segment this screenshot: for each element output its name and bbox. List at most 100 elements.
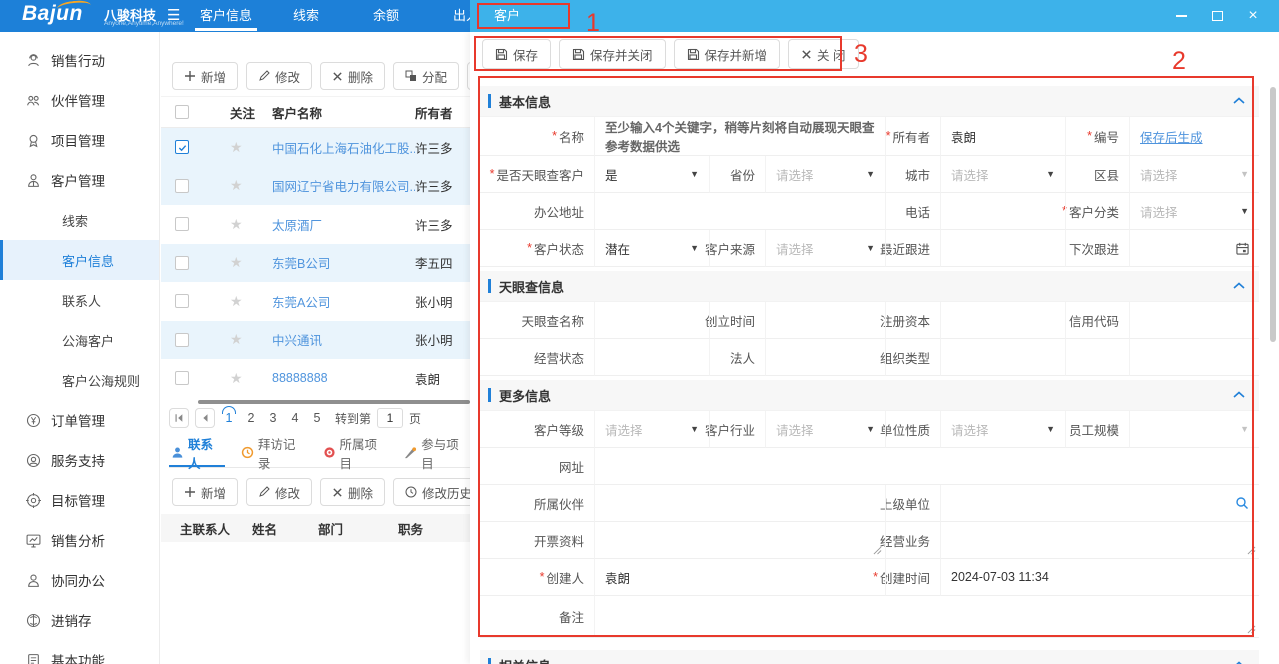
form-text-field[interactable]: 至少输入4个关键字，稍等片刻将自动展现天眼查参考数据供选: [595, 117, 886, 156]
sidebar-item[interactable]: 协同办公: [0, 560, 159, 600]
sidebar-subitem[interactable]: 客户公海规则: [0, 360, 159, 400]
form-text-field[interactable]: [941, 339, 1066, 376]
add-button[interactable]: 新增: [172, 62, 238, 90]
detail-tab[interactable]: 所属项目: [321, 438, 389, 467]
calendar-icon[interactable]: [1236, 242, 1249, 255]
form-text-field[interactable]: [766, 302, 886, 339]
form-select-field[interactable]: 请选择▼: [941, 156, 1066, 193]
form-text-field[interactable]: [941, 193, 1066, 230]
hamburger-menu-icon[interactable]: ☰: [167, 0, 180, 32]
nav-tab-3[interactable]: 余额: [346, 0, 426, 32]
nav-tab-1[interactable]: 客户信息: [186, 0, 266, 32]
customer-name-link[interactable]: 太原酒厂: [272, 219, 322, 233]
sidebar-item[interactable]: 销售行动: [0, 40, 159, 80]
star-icon[interactable]: ★: [230, 370, 243, 386]
customer-name-link[interactable]: 东莞B公司: [272, 257, 330, 271]
sidebar-item[interactable]: 服务支持: [0, 440, 159, 480]
delete-button[interactable]: 删除: [320, 62, 385, 90]
save-button[interactable]: 保存: [482, 39, 551, 69]
page-number-3[interactable]: 3: [265, 411, 281, 425]
form-select-field[interactable]: 请选择▼: [1130, 156, 1259, 193]
form-select-field[interactable]: ▼: [1130, 411, 1259, 448]
sidebar-subitem[interactable]: 联系人: [0, 280, 159, 320]
goto-page-input[interactable]: [377, 408, 403, 428]
sidebar-item[interactable]: 伙伴管理: [0, 80, 159, 120]
form-text-field[interactable]: 保存后生成: [1130, 117, 1259, 156]
customer-name-link[interactable]: 中国石化上海石油化工股...: [272, 142, 415, 156]
row-checkbox[interactable]: [175, 333, 189, 347]
minimize-button[interactable]: [1173, 8, 1189, 24]
tab-customer-document[interactable]: 客户: [480, 0, 556, 32]
detail-tab[interactable]: 参与项目: [402, 438, 470, 467]
form-select-field[interactable]: 请选择▼: [595, 411, 710, 448]
nav-tab-2[interactable]: 线索: [266, 0, 346, 32]
form-select-field[interactable]: 请选择▼: [1130, 193, 1259, 230]
form-search-field[interactable]: [941, 485, 1259, 522]
form-textarea-field[interactable]: [941, 522, 1259, 559]
form-textarea-field[interactable]: [595, 522, 886, 559]
prev-page-button[interactable]: [195, 408, 215, 428]
horizontal-scrollbar[interactable]: [198, 400, 470, 404]
maximize-button[interactable]: [1209, 8, 1225, 24]
form-text-field[interactable]: [595, 193, 886, 230]
row-checkbox[interactable]: [175, 256, 189, 270]
detail-tab[interactable]: 联系人: [169, 438, 225, 467]
star-icon[interactable]: ★: [230, 139, 243, 155]
star-icon[interactable]: ★: [230, 293, 243, 309]
form-select-field[interactable]: 请选择▼: [766, 411, 886, 448]
chevron-up-icon[interactable]: [1233, 391, 1245, 398]
select-all-checkbox[interactable]: [175, 105, 189, 119]
chevron-up-icon[interactable]: [1233, 282, 1245, 289]
form-text-field[interactable]: 袁朗: [941, 117, 1066, 156]
add-contact-button[interactable]: 新增: [172, 478, 238, 506]
page-number-2[interactable]: 2: [243, 411, 259, 425]
resize-handle-icon[interactable]: [1247, 625, 1256, 634]
edit-button[interactable]: 修改: [246, 62, 312, 90]
form-text-field[interactable]: [1130, 339, 1259, 376]
form-textarea-field[interactable]: [595, 596, 1259, 638]
form-text-field[interactable]: [595, 448, 1259, 485]
form-select-field[interactable]: 请选择▼: [766, 156, 886, 193]
sidebar-subitem[interactable]: 公海客户: [0, 320, 159, 360]
customer-name-link[interactable]: 中兴通讯: [272, 334, 322, 348]
customer-row[interactable]: ★太原酒厂许三多: [161, 205, 470, 244]
form-text-field[interactable]: [766, 339, 886, 376]
close-button[interactable]: ×: [1245, 8, 1261, 24]
vertical-scrollbar[interactable]: [1270, 87, 1276, 342]
form-select-field[interactable]: 是▼: [595, 156, 710, 193]
form-select-field[interactable]: 潜在▼: [595, 230, 710, 267]
star-icon[interactable]: ★: [230, 331, 243, 347]
sidebar-item[interactable]: 订单管理: [0, 400, 159, 440]
sidebar-item[interactable]: 客户管理: [0, 160, 159, 200]
form-text-field[interactable]: [595, 302, 710, 339]
detail-tab[interactable]: 拜访记录: [239, 438, 307, 467]
sidebar-item[interactable]: 基本功能: [0, 640, 159, 664]
customer-row[interactable]: ★国网辽宁省电力有限公司...许三多: [161, 167, 470, 206]
row-checkbox[interactable]: [175, 179, 189, 193]
customer-name-link[interactable]: 国网辽宁省电力有限公司...: [272, 180, 415, 194]
customer-row[interactable]: ★中兴通讯张小明: [161, 321, 470, 360]
form-text-field[interactable]: [595, 485, 886, 522]
form-text-field[interactable]: [1130, 302, 1259, 339]
assign-button[interactable]: 分配: [393, 62, 459, 90]
sidebar-item[interactable]: 进销存: [0, 600, 159, 640]
row-checkbox[interactable]: [175, 140, 189, 154]
customer-name-link[interactable]: 东莞A公司: [272, 296, 330, 310]
sidebar-subitem[interactable]: 客户信息: [0, 240, 159, 280]
close-button[interactable]: 关 闭: [788, 39, 858, 69]
save-new-button[interactable]: 保存并新增: [674, 39, 781, 69]
resize-handle-icon[interactable]: [1247, 546, 1256, 555]
star-icon[interactable]: ★: [230, 177, 243, 193]
sidebar-subitem[interactable]: 线索: [0, 200, 159, 240]
row-checkbox[interactable]: [175, 294, 189, 308]
form-date-field[interactable]: [1130, 230, 1259, 267]
page-number-5[interactable]: 5: [309, 411, 325, 425]
sidebar-item[interactable]: 销售分析: [0, 520, 159, 560]
customer-row[interactable]: ★东莞B公司李五四: [161, 244, 470, 283]
row-checkbox[interactable]: [175, 217, 189, 231]
form-text-field[interactable]: [941, 302, 1066, 339]
save-close-button[interactable]: 保存并关闭: [559, 39, 666, 69]
search-icon[interactable]: [1235, 496, 1249, 510]
row-checkbox[interactable]: [175, 371, 189, 385]
resize-handle-icon[interactable]: [873, 546, 882, 555]
